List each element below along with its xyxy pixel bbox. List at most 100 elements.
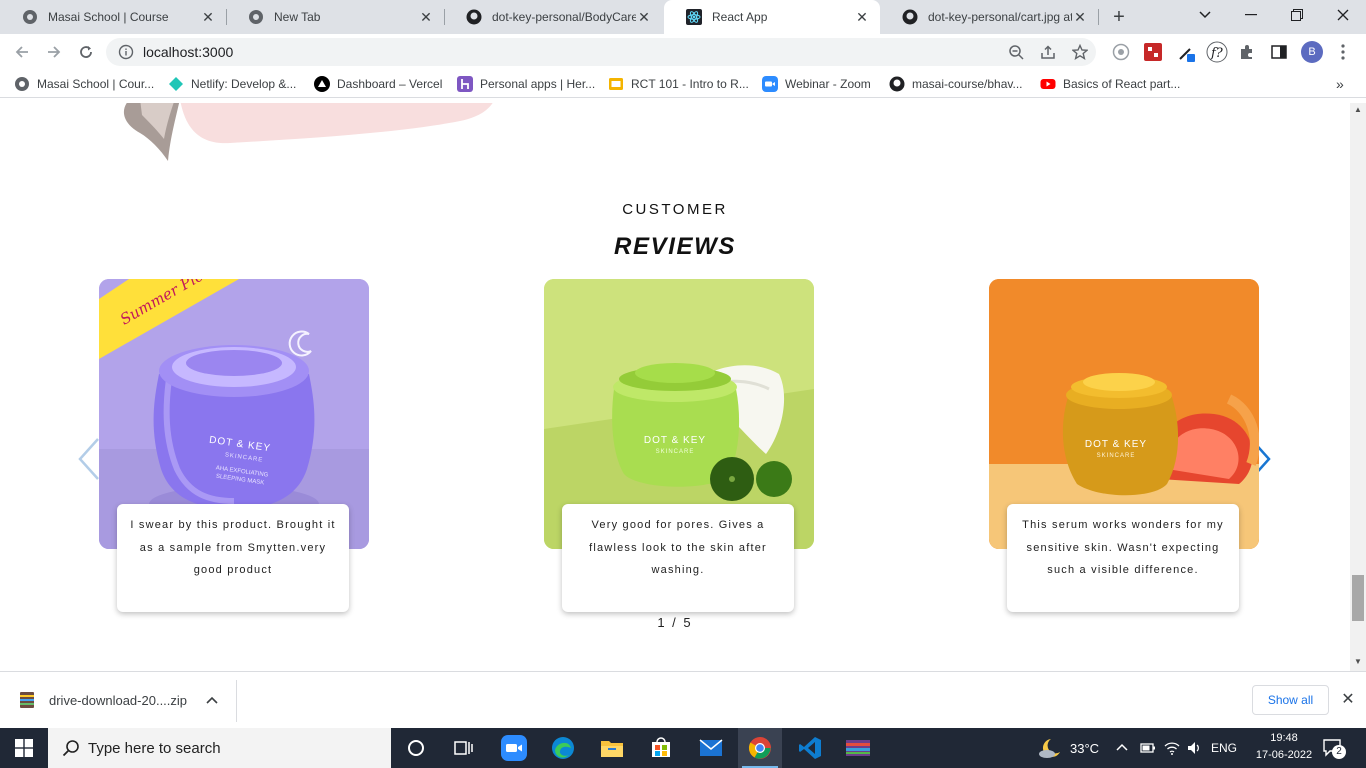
react-icon bbox=[686, 9, 702, 25]
tab-title: Masai School | Course bbox=[48, 10, 169, 24]
review-text-box: This serum works wonders for my sensitiv… bbox=[1007, 504, 1239, 612]
reload-button[interactable] bbox=[74, 40, 98, 64]
page-viewport: CUSTOMER REVIEWS Summer Picks DOT & KEY … bbox=[0, 103, 1350, 671]
review-text: This serum works wonders for my sensitiv… bbox=[1022, 519, 1224, 576]
side-panel-icon[interactable] bbox=[1268, 41, 1290, 63]
chrome-icon bbox=[248, 9, 264, 25]
tab-new-tab[interactable]: New Tab ✕ bbox=[226, 0, 444, 34]
vscode-icon[interactable] bbox=[796, 734, 824, 762]
github-icon bbox=[889, 76, 905, 92]
download-bar: drive-download-20....zip Show all ✕ bbox=[0, 671, 1366, 728]
restore-button[interactable] bbox=[1274, 0, 1320, 30]
tab-title: dot-key-personal/cart.jpg at bbox=[928, 10, 1072, 24]
chevron-up-icon[interactable] bbox=[206, 696, 218, 704]
extension-grid-icon[interactable] bbox=[1142, 41, 1164, 63]
back-arrow-icon bbox=[15, 46, 28, 58]
file-explorer-icon[interactable] bbox=[598, 734, 626, 762]
clock-time[interactable]: 19:48 bbox=[1264, 732, 1304, 744]
github-icon bbox=[466, 9, 482, 25]
bookmark-zoom[interactable]: Webinar - Zoom bbox=[762, 75, 871, 93]
winrar-icon[interactable] bbox=[844, 734, 872, 762]
clock-date[interactable]: 17-06-2022 bbox=[1250, 749, 1318, 761]
bookmark-vercel[interactable]: Dashboard – Vercel bbox=[314, 75, 442, 93]
close-window-button[interactable] bbox=[1320, 0, 1366, 30]
extension-formula-icon[interactable]: f? bbox=[1206, 41, 1228, 63]
bookmark-masai-course-github[interactable]: masai-course/bhav... bbox=[889, 75, 1023, 93]
scroll-up-arrow-icon[interactable]: ▲ bbox=[1350, 103, 1366, 117]
bookmarks-bar: Masai School | Cour... Netlify: Develop … bbox=[0, 70, 1366, 98]
browser-toolbar: localhost:3000 f? B bbox=[0, 34, 1366, 70]
volume-icon[interactable] bbox=[1186, 740, 1202, 756]
taskbar-search-box[interactable]: Type here to search bbox=[48, 728, 391, 768]
tray-chevron-up-icon[interactable] bbox=[1116, 743, 1128, 751]
zip-archive-icon bbox=[20, 692, 34, 708]
forward-button[interactable] bbox=[42, 40, 66, 64]
tab-title: dot-key-personal/BodyCare.j bbox=[492, 10, 636, 24]
netlify-icon bbox=[168, 76, 184, 92]
review-text-box: Very good for pores. Gives a flawless lo… bbox=[562, 504, 794, 612]
divider bbox=[236, 680, 237, 722]
download-item[interactable]: drive-download-20....zip bbox=[18, 691, 218, 709]
mail-icon[interactable] bbox=[697, 734, 725, 762]
bookmark-rct101[interactable]: RCT 101 - Intro to R... bbox=[608, 75, 749, 93]
bookmark-heroku[interactable]: Personal apps | Her... bbox=[457, 75, 595, 93]
language-indicator[interactable]: ENG bbox=[1211, 741, 1237, 755]
close-icon[interactable]: ✕ bbox=[854, 9, 870, 25]
tab-masai-course[interactable]: Masai School | Course ✕ bbox=[0, 0, 226, 34]
bookmark-label: RCT 101 - Intro to R... bbox=[631, 77, 749, 91]
show-all-downloads-button[interactable]: Show all bbox=[1252, 685, 1329, 715]
review-text-box: I swear by this product. Brought it as a… bbox=[117, 504, 349, 612]
tab-search-button[interactable] bbox=[1182, 0, 1228, 30]
close-icon[interactable]: ✕ bbox=[200, 9, 216, 25]
product-brand-label: DOT & KEY bbox=[1084, 439, 1148, 450]
edge-icon[interactable] bbox=[549, 734, 577, 762]
tab-react-app[interactable]: React App ✕ bbox=[664, 0, 880, 34]
info-icon bbox=[118, 44, 134, 60]
globe-icon bbox=[14, 76, 30, 92]
close-icon[interactable]: ✕ bbox=[1072, 9, 1088, 25]
close-icon[interactable]: ✕ bbox=[418, 9, 434, 25]
chrome-icon bbox=[748, 737, 771, 759]
microsoft-store-icon[interactable] bbox=[647, 734, 675, 762]
close-icon[interactable]: ✕ bbox=[636, 9, 652, 25]
extension-clock-icon[interactable] bbox=[1110, 41, 1132, 63]
scrollbar-thumb[interactable] bbox=[1352, 575, 1364, 621]
bookmark-label: Netlify: Develop &... bbox=[191, 77, 297, 91]
bookmark-basics-react[interactable]: Basics of React part... bbox=[1040, 75, 1180, 93]
windows-start-icon[interactable] bbox=[10, 734, 38, 762]
bookmark-netlify[interactable]: Netlify: Develop &... bbox=[168, 75, 296, 93]
chrome-taskbar-button-active[interactable] bbox=[738, 728, 782, 768]
extensions-puzzle-icon[interactable] bbox=[1236, 41, 1258, 63]
bookmark-label: Masai School | Cour... bbox=[37, 77, 155, 91]
address-bar[interactable]: localhost:3000 bbox=[106, 38, 1096, 66]
bookmarks-overflow-chevron-icon[interactable]: » bbox=[1336, 75, 1344, 93]
section-title: REVIEWS bbox=[614, 233, 736, 260]
menu-kebab-icon[interactable] bbox=[1332, 41, 1354, 63]
battery-icon[interactable] bbox=[1140, 741, 1156, 755]
zoom-icon bbox=[1009, 45, 1024, 60]
notification-center-button[interactable]: 2 bbox=[1322, 737, 1346, 759]
zoom-taskbar-icon[interactable] bbox=[500, 734, 528, 762]
url-text[interactable]: localhost:3000 bbox=[143, 44, 233, 60]
close-download-bar-icon[interactable]: ✕ bbox=[1338, 690, 1358, 710]
wifi-icon[interactable] bbox=[1164, 740, 1180, 756]
scroll-down-arrow-icon[interactable]: ▼ bbox=[1350, 655, 1366, 669]
minimize-button[interactable] bbox=[1228, 0, 1274, 30]
bookmark-star-icon bbox=[1072, 44, 1088, 60]
new-tab-button[interactable]: + bbox=[1108, 6, 1130, 28]
tab-github-cart[interactable]: dot-key-personal/cart.jpg at ✕ bbox=[880, 0, 1098, 34]
back-button[interactable] bbox=[10, 40, 34, 64]
decorative-brush-image bbox=[123, 103, 493, 161]
profile-avatar[interactable]: B bbox=[1301, 41, 1323, 63]
tab-github-bodycare[interactable]: dot-key-personal/BodyCare.j ✕ bbox=[444, 0, 662, 34]
extension-eyedropper-icon[interactable] bbox=[1176, 41, 1198, 63]
review-text: I swear by this product. Brought it as a… bbox=[130, 519, 336, 576]
weather-temperature[interactable]: 33°C bbox=[1070, 741, 1099, 756]
reload-icon bbox=[80, 46, 92, 58]
bookmark-masai-school[interactable]: Masai School | Cour... bbox=[14, 75, 154, 93]
task-view-icon[interactable] bbox=[450, 734, 478, 762]
cortana-icon[interactable] bbox=[402, 734, 430, 762]
download-filename: drive-download-20....zip bbox=[49, 692, 188, 708]
weather-moon-icon[interactable] bbox=[1038, 737, 1062, 759]
heroku-icon bbox=[457, 76, 473, 92]
